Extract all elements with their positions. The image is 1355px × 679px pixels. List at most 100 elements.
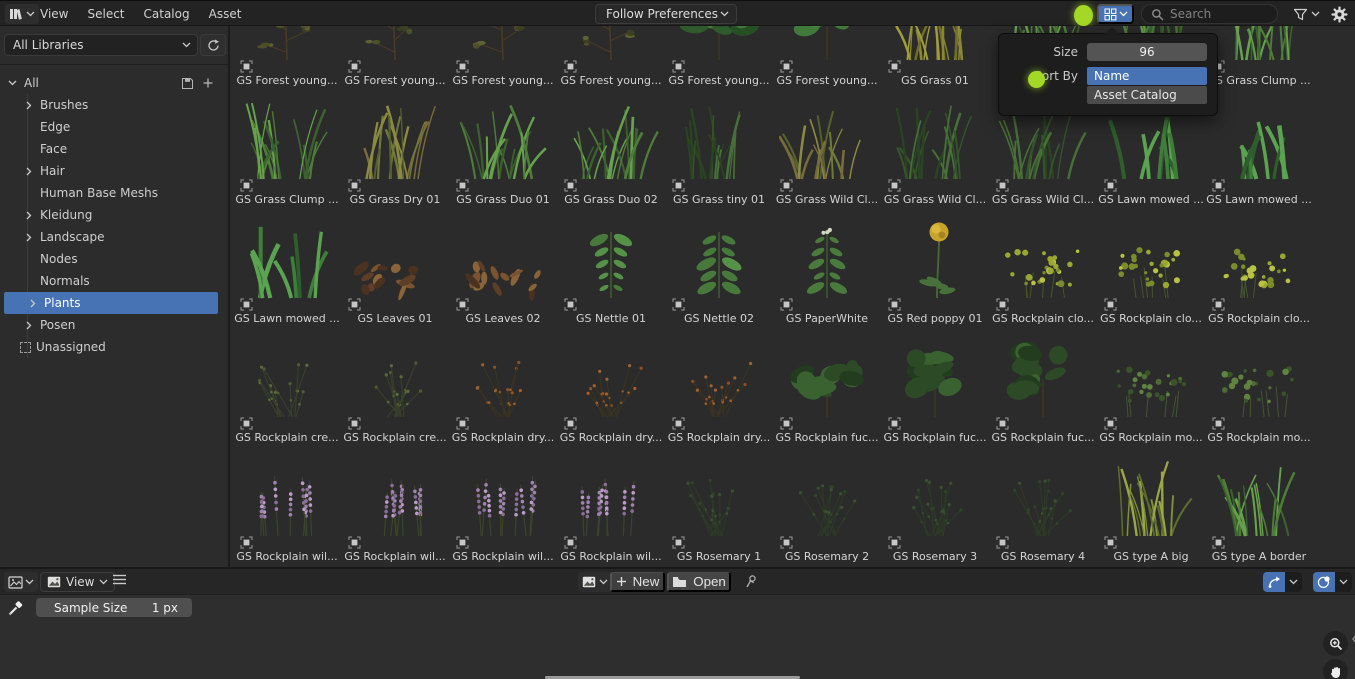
tree-chevron-icon[interactable] <box>22 167 35 176</box>
image-browse-dropdown[interactable] <box>578 572 612 592</box>
asset-thumbnail[interactable] <box>779 206 875 302</box>
asset-thumbnail[interactable] <box>1211 26 1307 64</box>
asset-item[interactable]: GS Grass Clump ... <box>233 87 341 206</box>
asset-item[interactable]: GS Rockplain dry... <box>665 325 773 444</box>
asset-thumbnail[interactable] <box>779 26 875 64</box>
sidebar-item-brushes[interactable]: Brushes <box>0 94 230 116</box>
tree-chevron-icon[interactable] <box>6 80 19 86</box>
asset-item[interactable]: GS Grass Wild Cl... <box>881 87 989 206</box>
asset-thumbnail[interactable] <box>887 87 983 183</box>
sidebar-item-landscape[interactable]: Landscape <box>0 226 230 248</box>
asset-item[interactable]: GS Grass 01 <box>881 26 989 87</box>
asset-thumbnail[interactable] <box>455 87 551 183</box>
asset-thumbnail[interactable] <box>1211 325 1307 421</box>
menu-item-view[interactable]: View <box>40 7 68 21</box>
asset-thumbnail[interactable] <box>239 325 335 421</box>
asset-thumbnail[interactable] <box>671 444 767 540</box>
asset-thumbnail[interactable] <box>239 26 335 64</box>
sidebar-item-posen[interactable]: Posen <box>0 314 230 336</box>
asset-thumbnail[interactable] <box>671 26 767 64</box>
asset-item[interactable]: GS Rockplain fuc... <box>989 325 1097 444</box>
asset-thumbnail[interactable] <box>1211 444 1307 540</box>
sidebar-item-hair[interactable]: Hair <box>0 160 230 182</box>
asset-item[interactable]: GS type A big <box>1097 444 1205 563</box>
asset-item[interactable]: GS Grass Clump ... <box>1205 26 1313 87</box>
asset-item[interactable]: GS Leaves 02 <box>449 206 557 325</box>
asset-item[interactable]: GS Rosemary 1 <box>665 444 773 563</box>
asset-item[interactable]: GS Rockplain wil... <box>449 444 557 563</box>
asset-item[interactable]: GS Grass Wild Cl... <box>773 87 881 206</box>
asset-thumbnail[interactable] <box>887 26 983 64</box>
asset-item[interactable]: GS Grass Duo 01 <box>449 87 557 206</box>
asset-item[interactable]: GS Rockplain dry... <box>557 325 665 444</box>
asset-item[interactable]: GS Leaves 01 <box>341 206 449 325</box>
settings-gear-button[interactable] <box>1328 3 1350 25</box>
asset-thumbnail[interactable] <box>671 206 767 302</box>
sidebar-item-edge[interactable]: Edge <box>0 116 230 138</box>
editor-mode-dropdown[interactable]: View <box>40 572 116 592</box>
asset-thumbnail[interactable] <box>563 87 659 183</box>
asset-item[interactable]: GS Forest young... <box>665 26 773 87</box>
asset-thumbnail[interactable] <box>455 325 551 421</box>
sample-size-slider[interactable]: Sample Size 1 px <box>36 598 192 617</box>
asset-item[interactable]: GS Rosemary 4 <box>989 444 1097 563</box>
tree-chevron-icon[interactable] <box>22 321 35 330</box>
asset-thumbnail[interactable] <box>239 206 335 302</box>
asset-thumbnail[interactable] <box>563 325 659 421</box>
asset-thumbnail[interactable] <box>347 325 443 421</box>
asset-thumbnail[interactable] <box>887 325 983 421</box>
menu-item-asset[interactable]: Asset <box>209 7 242 21</box>
new-image-button[interactable]: New <box>610 572 665 592</box>
asset-thumbnail[interactable] <box>347 444 443 540</box>
asset-item[interactable]: GS Forest young... <box>557 26 665 87</box>
asset-item[interactable]: GS Grass tiny 01 <box>665 87 773 206</box>
menu-item-select[interactable]: Select <box>87 7 124 21</box>
asset-item[interactable]: GS Rockplain mo... <box>1097 325 1205 444</box>
sidebar-item-kleidung[interactable]: Kleidung <box>0 204 230 226</box>
tree-chevron-icon[interactable] <box>26 299 39 308</box>
asset-item[interactable]: GS Rockplain wil... <box>341 444 449 563</box>
asset-thumbnail[interactable] <box>239 87 335 183</box>
asset-item[interactable]: GS Forest young... <box>449 26 557 87</box>
asset-thumbnail[interactable] <box>239 444 335 540</box>
editor-type-button[interactable] <box>5 4 39 24</box>
asset-thumbnail[interactable] <box>779 325 875 421</box>
asset-thumbnail[interactable] <box>995 206 1091 302</box>
asset-item[interactable]: GS Rockplain mo... <box>1205 325 1313 444</box>
save-icon[interactable] <box>181 77 194 90</box>
asset-item[interactable]: GS Rockplain wil... <box>557 444 665 563</box>
eyedropper-tool-button[interactable] <box>8 599 25 616</box>
asset-item[interactable]: GS Rockplain clo... <box>1205 206 1313 325</box>
library-select[interactable]: All Libraries <box>4 34 198 56</box>
asset-thumbnail[interactable] <box>887 444 983 540</box>
menu-item-catalog[interactable]: Catalog <box>144 7 190 21</box>
asset-item[interactable]: GS Forest young... <box>341 26 449 87</box>
asset-thumbnail[interactable] <box>671 87 767 183</box>
sidebar-item-plants[interactable]: Plants <box>4 292 218 314</box>
asset-thumbnail[interactable] <box>1211 206 1307 302</box>
asset-thumbnail[interactable] <box>563 26 659 64</box>
asset-item[interactable]: GS Rockplain cre... <box>341 325 449 444</box>
editor-type-button[interactable] <box>4 572 38 592</box>
sort-option-name[interactable]: Name <box>1087 67 1207 85</box>
asset-item[interactable]: GS type A border <box>1205 444 1313 563</box>
asset-thumbnail[interactable] <box>1103 325 1199 421</box>
filter-button[interactable] <box>1293 4 1320 24</box>
asset-item[interactable]: GS Red poppy 01 <box>881 206 989 325</box>
asset-thumbnail[interactable] <box>779 87 875 183</box>
hamburger-menu-button[interactable] <box>112 574 127 585</box>
tree-chevron-icon[interactable] <box>22 211 35 220</box>
asset-item[interactable]: GS Lawn mowed ... <box>1205 87 1313 206</box>
asset-item[interactable]: GS Rockplain dry... <box>449 325 557 444</box>
asset-item[interactable]: GS Lawn mowed ... <box>233 206 341 325</box>
asset-thumbnail[interactable] <box>995 444 1091 540</box>
asset-item[interactable]: GS Nettle 02 <box>665 206 773 325</box>
asset-thumbnail[interactable] <box>1211 87 1307 183</box>
asset-thumbnail[interactable] <box>347 26 443 64</box>
sidebar-item-normals[interactable]: Normals <box>0 270 230 292</box>
asset-item[interactable]: GS Rockplain cre... <box>233 325 341 444</box>
sidebar-item-all[interactable]: All <box>0 72 230 94</box>
asset-thumbnail[interactable] <box>563 444 659 540</box>
display-mode-button[interactable] <box>1097 4 1134 24</box>
tree-chevron-icon[interactable] <box>22 233 35 242</box>
